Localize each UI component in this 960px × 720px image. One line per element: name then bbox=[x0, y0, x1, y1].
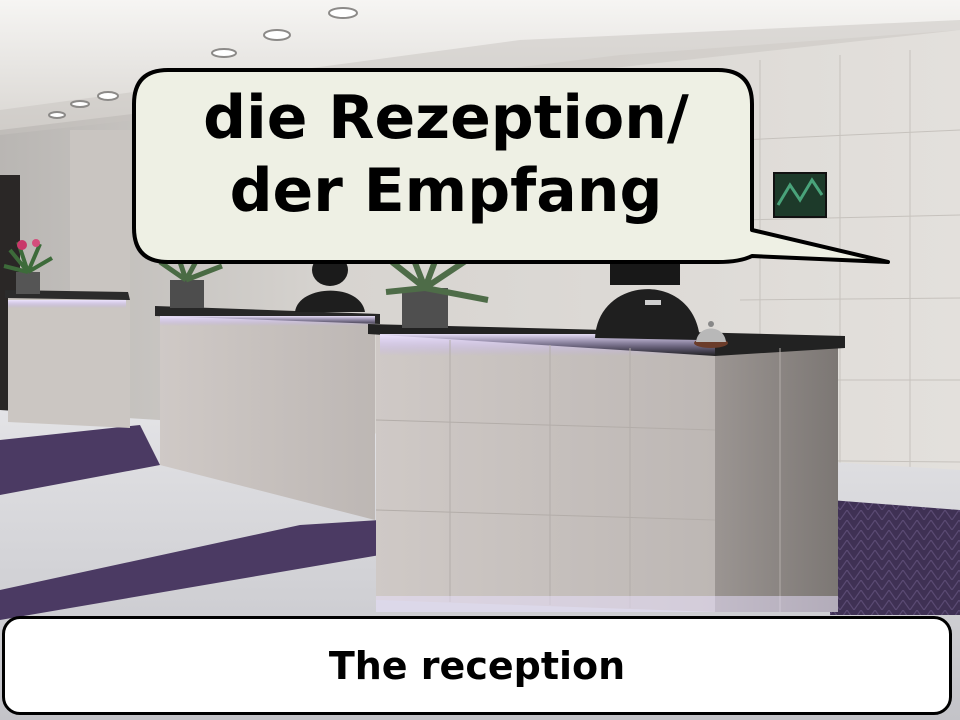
slide: die Rezeption/ der Empfang The reception bbox=[0, 0, 960, 720]
bubble-line-1: die Rezeption/ bbox=[203, 83, 689, 153]
bubble-line-2: der Empfang bbox=[229, 156, 663, 227]
caption-bar: The reception bbox=[2, 616, 952, 715]
speech-bubble-text: die Rezeption/ der Empfang bbox=[140, 82, 752, 228]
caption-text: The reception bbox=[328, 643, 626, 688]
